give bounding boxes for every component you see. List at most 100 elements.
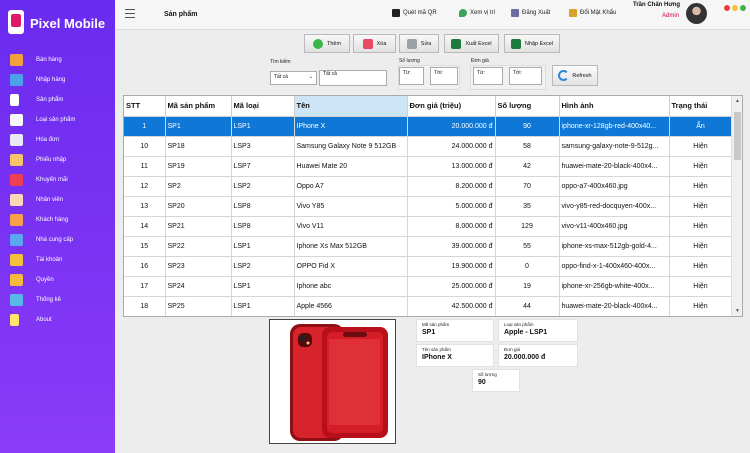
table-cell: 13 — [124, 196, 166, 217]
sidebar-item-loai-san-pham[interactable]: Loại sản phẩm — [0, 110, 115, 130]
search-input-value: Tất cả — [323, 71, 337, 77]
close-window-icon[interactable] — [724, 5, 730, 11]
search-input[interactable]: Tất cả — [319, 70, 387, 86]
table-row[interactable]: 1 SP1 LSP1 IPhone X 20.000.000 đ 90 iphone-xr-… — [124, 116, 733, 137]
logout-button[interactable]: Đăng Xuất — [511, 9, 550, 17]
sidebar-item-label: Nhà cung cấp — [36, 237, 74, 243]
table-cell: iphone-xr-128gb-red-400x40... — [559, 116, 670, 137]
search-field-select[interactable]: Tất cả ⌄ — [270, 71, 317, 85]
price-to-input[interactable]: Tới: — [509, 67, 542, 85]
edit-button[interactable]: Sửa — [399, 34, 439, 53]
refresh-label: Refresh — [572, 72, 592, 79]
column-header-type-code[interactable]: Mã loại — [231, 96, 295, 117]
table-cell: 25.000.000 đ — [407, 276, 496, 297]
sidebar-item-hoa-don[interactable]: Hóa đơn — [0, 130, 115, 150]
column-header-quantity[interactable]: Số lượng — [495, 96, 560, 117]
column-header-image[interactable]: Hình ảnh — [559, 96, 670, 117]
price-filter-label: Đơn giá — [471, 58, 489, 64]
table-scrollbar[interactable]: ▲ ▼ — [731, 96, 742, 316]
sidebar-item-about[interactable]: About — [0, 310, 115, 330]
table-row[interactable]: 15 SP22 LSP1 Iphone Xs Max 512GB 39.000.000 … — [124, 236, 733, 257]
add-button[interactable]: Thêm — [304, 34, 350, 53]
logout-label: Đăng Xuất — [522, 10, 551, 16]
sidebar-item-khach-hang[interactable]: Khách hàng — [0, 210, 115, 230]
table-cell: Ẩn — [669, 116, 733, 137]
table-cell: LSP2 — [231, 176, 295, 197]
sidebar-item-nhap-hang[interactable]: Nhập hàng — [0, 70, 115, 90]
view-location-button[interactable]: Xem vị trí — [459, 9, 495, 17]
refresh-button[interactable]: Refresh — [552, 65, 598, 86]
price-from-input[interactable]: Từ: — [473, 67, 503, 85]
sidebar-item-label: Tài khoản — [36, 257, 63, 263]
table-cell: 44 — [495, 296, 560, 316]
sidebar-item-label: Khách hàng — [36, 217, 69, 223]
sidebar-item-quyen[interactable]: Quyền — [0, 270, 115, 290]
table-row[interactable]: 12 SP2 LSP2 Oppo A7 8.200.000 đ 70 oppo-a7-400… — [124, 176, 733, 197]
column-header-status[interactable]: Trạng thái — [669, 96, 733, 117]
table-row[interactable]: 13 SP20 LSP8 Vivo Y85 5.000.000 đ 35 vivo-y85-… — [124, 196, 733, 217]
avatar[interactable] — [686, 3, 707, 24]
table-cell: IPhone X — [294, 116, 408, 137]
table-cell: SP24 — [165, 276, 232, 297]
product-type-field: Loại sản phẩm Apple - LSP1 — [498, 319, 578, 342]
quantity-to-input[interactable]: Tới: — [430, 67, 458, 85]
table-cell: Samsung Galaxy Note 9 512GB — [294, 136, 408, 157]
change-password-button[interactable]: Đổi Mật Khẩu — [569, 9, 616, 17]
export-excel-button[interactable]: Xuất Excel — [444, 34, 499, 53]
maximize-window-icon[interactable] — [740, 5, 746, 11]
supplier-icon — [10, 234, 23, 246]
table-row[interactable]: 16 SP23 LSP2 OPPO Fid X 19.900.000 đ 0 oppo-fi… — [124, 256, 733, 277]
minimize-window-icon[interactable] — [732, 5, 738, 11]
quantity-from-label: Từ: — [403, 70, 411, 76]
table-row[interactable]: 10 SP18 LSP3 Samsung Galaxy Note 9 512GB 24.… — [124, 136, 733, 157]
import-excel-button[interactable]: Nhập Excel — [504, 34, 560, 53]
sidebar-item-phieu-nhap[interactable]: Phiếu nhập — [0, 150, 115, 170]
view-location-label: Xem vị trí — [470, 10, 496, 16]
table-cell: Iphone abc — [294, 276, 408, 297]
scroll-thumb[interactable] — [734, 112, 741, 160]
column-header-name[interactable]: Tên — [294, 96, 408, 117]
table-cell: SP22 — [165, 236, 232, 257]
table-cell: 8.000.000 đ — [407, 216, 496, 237]
column-header-product-code[interactable]: Mã sản phẩm — [165, 96, 232, 117]
price-to-label: Tới: — [513, 70, 522, 76]
quantity-filter-label: Số lượng — [399, 58, 420, 64]
table-cell: SP23 — [165, 256, 232, 277]
table-cell: LSP1 — [231, 296, 295, 316]
sidebar-item-khuyen-mai[interactable]: Khuyến mãi — [0, 170, 115, 190]
table-row[interactable]: 18 SP25 LSP1 Apple 4566 42.500.000 đ 44 huawei… — [124, 296, 733, 316]
product-name-value: IPhone X — [422, 354, 452, 361]
table-header: STT Mã sản phẩm Mã loại Tên Đơn giá (tri… — [124, 96, 733, 117]
sidebar-item-san-pham[interactable]: Sản phẩm — [0, 90, 115, 110]
table-cell: 19.900.000 đ — [407, 256, 496, 277]
sidebar-item-tai-khoan[interactable]: Tài khoản — [0, 250, 115, 270]
sidebar-item-ban-hang[interactable]: Bán hàng — [0, 50, 115, 70]
column-header-price[interactable]: Đơn giá (triệu) — [407, 96, 496, 117]
sidebar-item-label: Hóa đơn — [36, 137, 60, 143]
table-cell: 58 — [495, 136, 560, 157]
column-header-stt[interactable]: STT — [124, 96, 166, 117]
product-name-label: Tên sản phẩm — [422, 347, 451, 352]
product-table[interactable]: STT Mã sản phẩm Mã loại Tên Đơn giá (tri… — [123, 95, 743, 317]
table-cell: 11 — [124, 156, 166, 177]
table-row[interactable]: 14 SP21 LSP8 Vivo V11 8.000.000 đ 129 vivo-v11… — [124, 216, 733, 237]
menu-icon[interactable] — [125, 9, 135, 18]
quantity-from-input[interactable]: Từ: — [399, 67, 424, 85]
table-row[interactable]: 17 SP24 LSP1 Iphone abc 25.000.000 đ 19 iphone… — [124, 276, 733, 297]
table-cell: Hiện — [669, 276, 733, 297]
delete-button[interactable]: Xóa — [353, 34, 396, 53]
sidebar-item-thong-ke[interactable]: Thống kê — [0, 290, 115, 310]
sidebar-item-label: Sản phẩm — [36, 97, 64, 103]
user-name: Trần Chấn Hưng — [633, 2, 681, 8]
sidebar-item-nhan-vien[interactable]: Nhân viên — [0, 190, 115, 210]
statistics-icon — [10, 294, 23, 306]
qr-scan-button[interactable]: Quét mã QR — [392, 9, 437, 17]
scroll-up-icon[interactable]: ▲ — [735, 98, 740, 104]
scroll-down-icon[interactable]: ▼ — [735, 308, 740, 314]
excel-icon — [451, 38, 462, 49]
app: Pixel Mobile Bán hàng Nhập hàng Sản phẩm… — [0, 0, 750, 453]
sidebar-item-nha-cung-cap[interactable]: Nhà cung cấp — [0, 230, 115, 250]
table-cell: 5.000.000 đ — [407, 196, 496, 217]
table-row[interactable]: 11 SP19 LSP7 Huawei Mate 20 13.000.000 đ 42 hu… — [124, 156, 733, 177]
table-cell: Hiện — [669, 156, 733, 177]
